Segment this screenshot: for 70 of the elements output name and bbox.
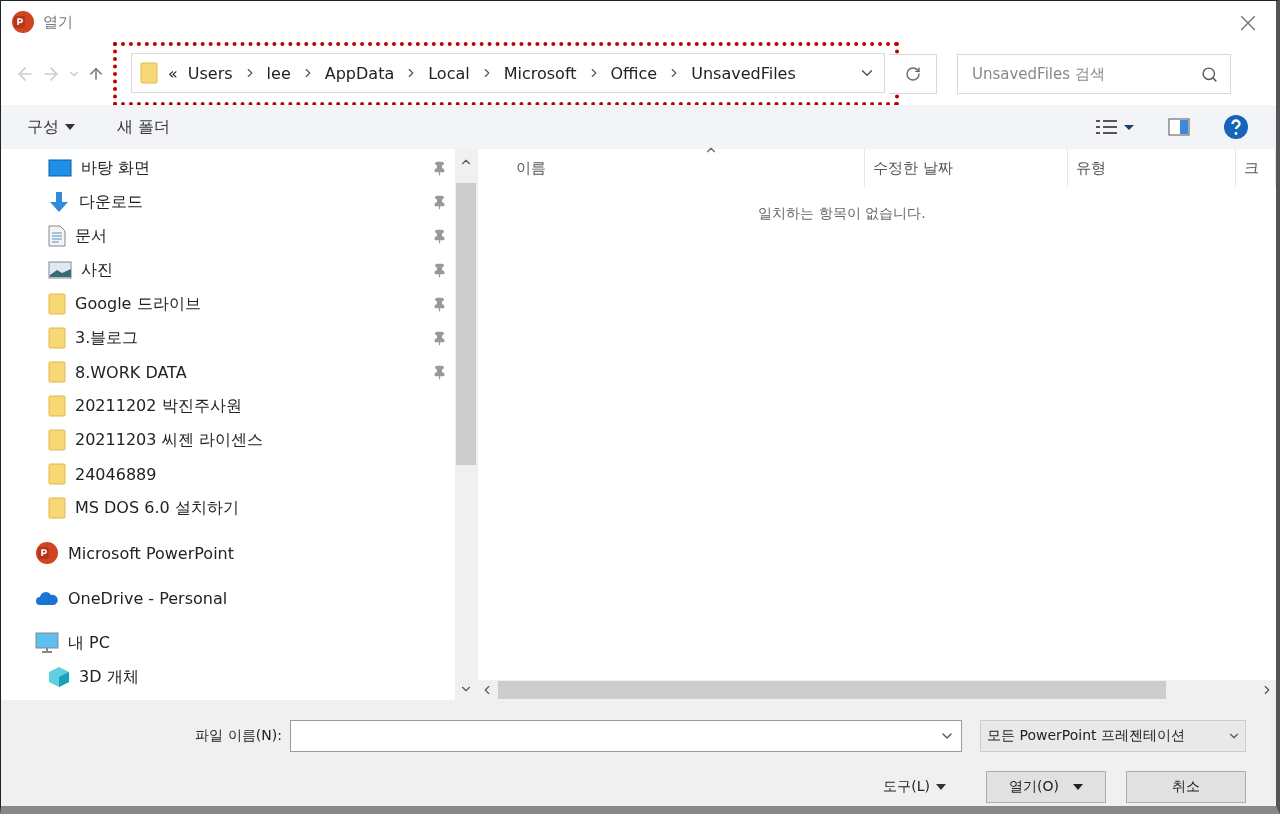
address-bar[interactable]: « Users lee AppData Local Microsoft Office UnsavedFiles [131,53,885,93]
landscape-icon [48,261,72,279]
sidebar-item[interactable]: 문서 [1,219,455,253]
cloud-icon [35,590,59,606]
pane-icon [1168,118,1190,136]
sidebar-item[interactable]: 3.블로그 [1,321,455,355]
path-segment[interactable]: lee [266,63,291,83]
powerpoint-icon [11,10,35,34]
help-icon [1224,115,1248,139]
document-icon [48,225,66,247]
sidebar-item[interactable]: 20211202 박진주사원 [1,389,455,423]
column-header[interactable]: 이름 [508,149,865,187]
folder-icon [48,497,66,519]
open-button[interactable]: 열기(O) [986,770,1106,803]
caret-icon [1072,783,1083,790]
monitor-icon [48,159,72,177]
sidebar-item[interactable]: OneDrive - Personal [1,581,455,615]
path-overflow[interactable]: « [168,63,178,83]
help-button[interactable] [1222,113,1250,141]
folder-icon [140,62,158,84]
folder-icon [48,463,66,485]
refresh-button[interactable] [889,54,937,94]
sidebar-item[interactable]: 20211203 씨젠 라이센스 [1,423,455,457]
sidebar-item[interactable]: 3D 개체 [1,660,455,694]
folder-icon [48,395,66,417]
path-segment[interactable]: Office [610,63,658,83]
folder-icon [48,327,66,349]
cancel-button[interactable]: 취소 [1126,770,1246,803]
refresh-icon [904,66,921,82]
path-segment[interactable]: AppData [324,63,395,83]
organize-button[interactable]: 구성 [27,116,75,138]
powerpoint-icon [35,541,59,565]
folder-icon [48,293,66,315]
preview-pane-button[interactable] [1166,116,1192,138]
search-field[interactable]: UnsavedFiles 검색 [957,54,1231,94]
empty-message: 일치하는 항목이 없습니다. [757,205,927,223]
caret-icon [65,124,75,130]
column-header[interactable]: 수정한 날짜 [865,149,1068,187]
sidebar-item[interactable]: MS DOS 6.0 설치하기 [1,491,455,525]
sidebar-item[interactable]: 24046889 [1,457,455,491]
column-header[interactable]: 크 [1236,149,1276,187]
path-segment[interactable]: UnsavedFiles [691,63,796,83]
vertical-scrollbar[interactable] [455,149,477,700]
tools-button[interactable]: 도구(L) [877,776,952,797]
search-icon [1201,65,1218,83]
path-segment[interactable]: Microsoft [503,63,577,83]
close-button[interactable]: × [1230,4,1266,40]
sidebar-item[interactable]: 다운로드 [1,185,455,219]
sidebar-item[interactable]: Microsoft PowerPoint [1,536,455,570]
sidebar-item[interactable]: 8.WORK DATA [1,355,455,389]
file-type-dropdown[interactable]: 모든 PowerPoint 프레젠테이션 [980,719,1246,752]
sidebar-item[interactable]: 내 PC [1,626,455,660]
caret-icon [936,783,946,790]
sidebar-item[interactable]: 사진 [1,253,455,287]
sidebar-item[interactable]: 바탕 화면 [1,151,455,185]
new-folder-button[interactable]: 새 폴더 [117,116,171,138]
path-segment[interactable]: Local [428,63,470,83]
list-view-icon [1094,118,1134,136]
horizontal-scrollbar[interactable] [478,680,1276,700]
folder-icon [48,361,66,383]
monitor-icon [35,632,59,654]
file-name-field[interactable] [290,719,962,752]
folder-icon [48,429,66,451]
sidebar-item[interactable]: Google 드라이브 [1,287,455,321]
cube-icon [48,666,70,688]
path-segment[interactable]: Users [187,63,233,83]
window-title: 열기 [43,12,73,32]
column-header[interactable]: 유형 [1068,149,1236,187]
file-name-label: 파일 이름(N): [195,726,282,745]
down-arrow-icon [48,191,70,213]
